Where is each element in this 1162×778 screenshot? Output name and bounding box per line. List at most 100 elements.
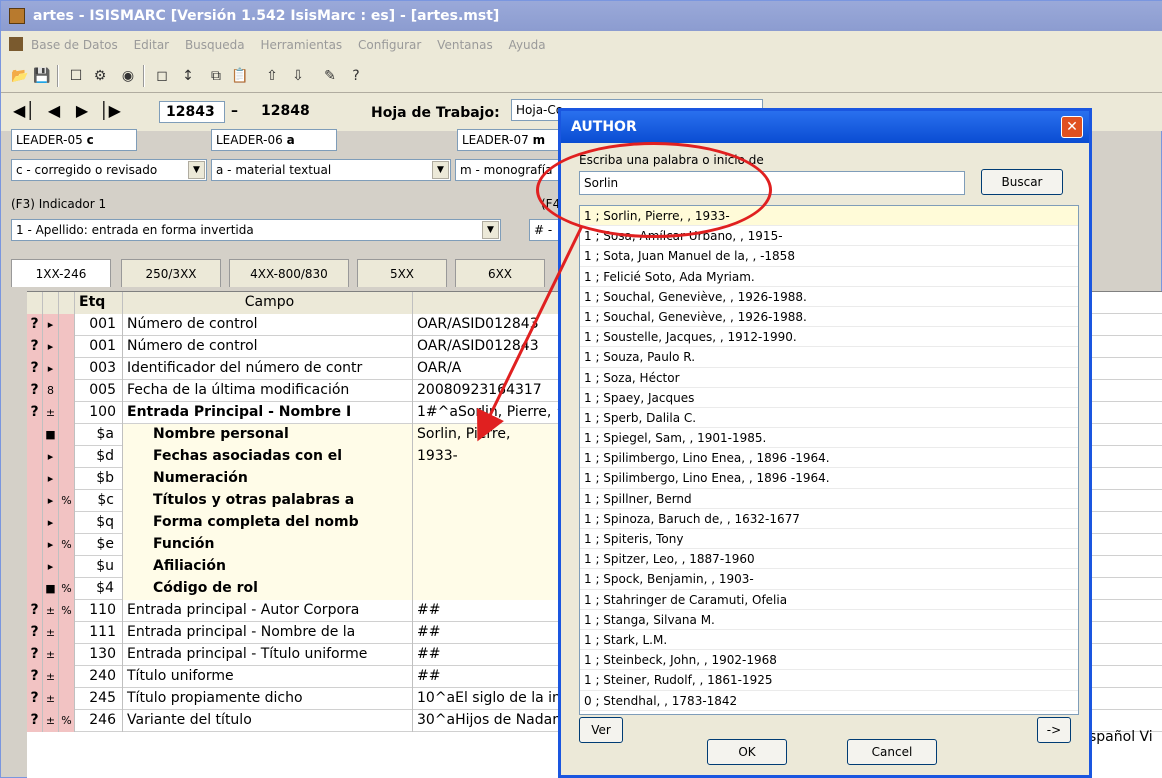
list-item[interactable]: 1 ; Stanga, Silvana M. xyxy=(580,610,1078,630)
row-type-icon: ± xyxy=(43,622,59,644)
leader-06-select[interactable]: a - material textual ▼ xyxy=(211,159,451,181)
row-repeat-icon xyxy=(59,512,75,534)
list-item[interactable]: 1 ; Soustelle, Jacques, , 1912-1990. xyxy=(580,327,1078,348)
leader-05-combo-value: c - corregido o revisado xyxy=(16,163,158,177)
app-icon xyxy=(9,8,25,24)
close-icon[interactable]: ✕ xyxy=(1061,116,1083,138)
app-menu-icon[interactable] xyxy=(9,37,23,51)
search-input[interactable]: Sorlin xyxy=(579,171,965,195)
list-item[interactable]: 1 ; Spiegel, Sam, , 1901-1985. xyxy=(580,428,1078,449)
paste-icon[interactable]: 📋 xyxy=(229,65,251,87)
cancel-button[interactable]: Cancel xyxy=(847,739,937,765)
row-tag: $u xyxy=(75,556,123,578)
list-item[interactable]: 1 ; Stark, L.M. xyxy=(580,630,1078,651)
list-item[interactable]: 1 ; Spaey, Jacques xyxy=(580,388,1078,408)
list-item[interactable]: 1 ; Spock, Benjamin, , 1903- xyxy=(580,569,1078,590)
row-tag: 246 xyxy=(75,710,123,732)
row-field-name: Nombre personal xyxy=(123,424,413,446)
new-icon[interactable]: ☐ xyxy=(65,65,87,87)
list-item[interactable]: 1 ; Spinoza, Baruch de, , 1632-1677 xyxy=(580,509,1078,529)
list-item[interactable]: 1 ; Souchal, Geneviève, , 1926-1988. xyxy=(580,287,1078,307)
copy-icon[interactable]: ⧉ xyxy=(205,65,227,87)
row-repeat-icon xyxy=(59,358,75,380)
leader-05-field[interactable]: LEADER-05 c xyxy=(11,129,137,151)
tab-5xx[interactable]: 5XX xyxy=(357,259,447,287)
next-record-icon[interactable]: ▶ xyxy=(69,99,95,123)
list-item[interactable]: 1 ; Steinbeck, John, , 1902-1968 xyxy=(580,650,1078,671)
row-tag: 005 xyxy=(75,380,123,402)
list-item[interactable]: 1 ; Sosa, Amílcar Urbano, , 1915- xyxy=(580,226,1078,247)
row-repeat-icon xyxy=(59,666,75,688)
list-item[interactable]: 1 ; Spitzer, Leo, , 1887-1960 xyxy=(580,549,1078,570)
row-field-name: Entrada principal - Autor Corpora xyxy=(123,600,413,622)
tab-1xx-246[interactable]: 1XX-246 xyxy=(11,259,111,287)
list-item[interactable]: 1 ; Spillner, Bernd xyxy=(580,489,1078,509)
worksheet-label: Hoja de Trabajo: xyxy=(371,105,500,121)
leader-07-select[interactable]: m - monografía xyxy=(455,159,565,181)
list-item[interactable]: 1 ; Stahringer de Caramuti, Ofelia xyxy=(580,590,1078,610)
last-record-icon[interactable]: │▶ xyxy=(97,99,123,123)
open-icon[interactable]: 📂 xyxy=(9,65,31,87)
tab-6xx[interactable]: 6XX xyxy=(455,259,545,287)
menu-item-ventanas[interactable]: Ventanas xyxy=(437,38,493,52)
menu-item-ayuda[interactable]: Ayuda xyxy=(509,38,546,52)
current-record-field[interactable]: 12843 xyxy=(159,101,225,123)
save-icon[interactable]: 💾 xyxy=(31,65,53,87)
help-icon[interactable]: ? xyxy=(345,65,367,87)
menu-item-base-de-datos[interactable]: Base de Datos xyxy=(31,38,118,52)
list-item[interactable]: 1 ; Spilimbergo, Lino Enea, , 1896 -1964… xyxy=(580,468,1078,489)
down-icon[interactable]: ⇩ xyxy=(287,65,309,87)
menu-item-configurar[interactable]: Configurar xyxy=(358,38,421,52)
menu-item-herramientas[interactable]: Herramientas xyxy=(260,38,342,52)
row-repeat-icon: % xyxy=(59,534,75,556)
list-item[interactable]: 1 ; Spilimbergo, Lino Enea, , 1896 -1964… xyxy=(580,448,1078,469)
row-help-icon: ? xyxy=(27,358,43,380)
menu-item-busqueda[interactable]: Busqueda xyxy=(185,38,245,52)
row-245-extension-text: spañol Vi xyxy=(1089,729,1153,745)
list-item[interactable]: 1 ; Spiteris, Tony xyxy=(580,529,1078,550)
list-item[interactable]: 1 ; Souza, Paulo R. xyxy=(580,347,1078,368)
list-item[interactable]: 1 ; Sota, Juan Manuel de la, , -1858 xyxy=(580,246,1078,267)
list-item[interactable]: 1 ; Soza, Héctor xyxy=(580,368,1078,388)
row-tag: $e xyxy=(75,534,123,556)
buscar-button[interactable]: Buscar xyxy=(981,169,1063,195)
tab-250-3xx[interactable]: 250/3XX xyxy=(121,259,221,287)
tab-4xx-800-830[interactable]: 4XX-800/830 xyxy=(229,259,349,287)
first-record-icon[interactable]: ◀│ xyxy=(11,99,37,123)
row-type-icon: ± xyxy=(43,644,59,666)
chevron-down-icon[interactable]: ▼ xyxy=(188,161,205,179)
row-repeat-icon xyxy=(59,446,75,468)
row-tag: 111 xyxy=(75,622,123,644)
row-help-icon: ? xyxy=(27,380,43,402)
row-type-icon: ▸ xyxy=(43,314,59,336)
copy-record-icon[interactable]: ⚙ xyxy=(89,65,111,87)
row-help-icon: ? xyxy=(27,666,43,688)
ok-button[interactable]: OK xyxy=(707,739,787,765)
row-field-name: Títulos y otras palabras a xyxy=(123,490,413,512)
leader-07-field[interactable]: LEADER-07 m xyxy=(457,129,567,151)
list-item[interactable]: 1 ; Steiner, Rudolf, , 1861-1925 xyxy=(580,670,1078,691)
edit-icon[interactable]: ✎ xyxy=(319,65,341,87)
list-item[interactable]: 1 ; Sperb, Dalila C. xyxy=(580,408,1078,429)
row-type-icon: ▸ xyxy=(43,490,59,512)
list-item[interactable]: 1 ; Sorlin, Pierre, , 1933- xyxy=(580,206,1078,227)
indicator-1-select[interactable]: 1 - Apellido: entrada en forma invertida… xyxy=(11,219,501,241)
leader-06-field[interactable]: LEADER-06 a xyxy=(211,129,337,151)
list-item[interactable]: 1 ; Felicié Soto, Ada Myriam. xyxy=(580,267,1078,287)
ver-button[interactable]: Ver xyxy=(579,717,623,743)
next-button[interactable]: -> xyxy=(1037,717,1071,743)
chevron-down-icon[interactable]: ▼ xyxy=(482,221,499,239)
previous-record-icon[interactable]: ◀ xyxy=(41,99,67,123)
leader-05-select[interactable]: c - corregido o revisado ▼ xyxy=(11,159,207,181)
chevron-down-icon[interactable]: ▼ xyxy=(432,161,449,179)
split-icon[interactable]: ↕ xyxy=(177,65,199,87)
row-repeat-icon xyxy=(59,336,75,358)
frame-icon[interactable]: ◻ xyxy=(151,65,173,87)
list-item[interactable]: 0 ; Stendhal, , 1783-1842 xyxy=(580,691,1078,711)
author-list[interactable]: 1 ; Sorlin, Pierre, , 1933- 1 ; Sosa, Amí… xyxy=(579,205,1079,715)
up-icon[interactable]: ⇧ xyxy=(261,65,283,87)
menu-item-editar[interactable]: Editar xyxy=(134,38,170,52)
list-item[interactable]: 1 ; Souchal, Geneviève, , 1926-1988. xyxy=(580,307,1078,328)
row-type-icon: ± xyxy=(43,710,59,732)
globe-icon[interactable]: ◉ xyxy=(117,65,139,87)
